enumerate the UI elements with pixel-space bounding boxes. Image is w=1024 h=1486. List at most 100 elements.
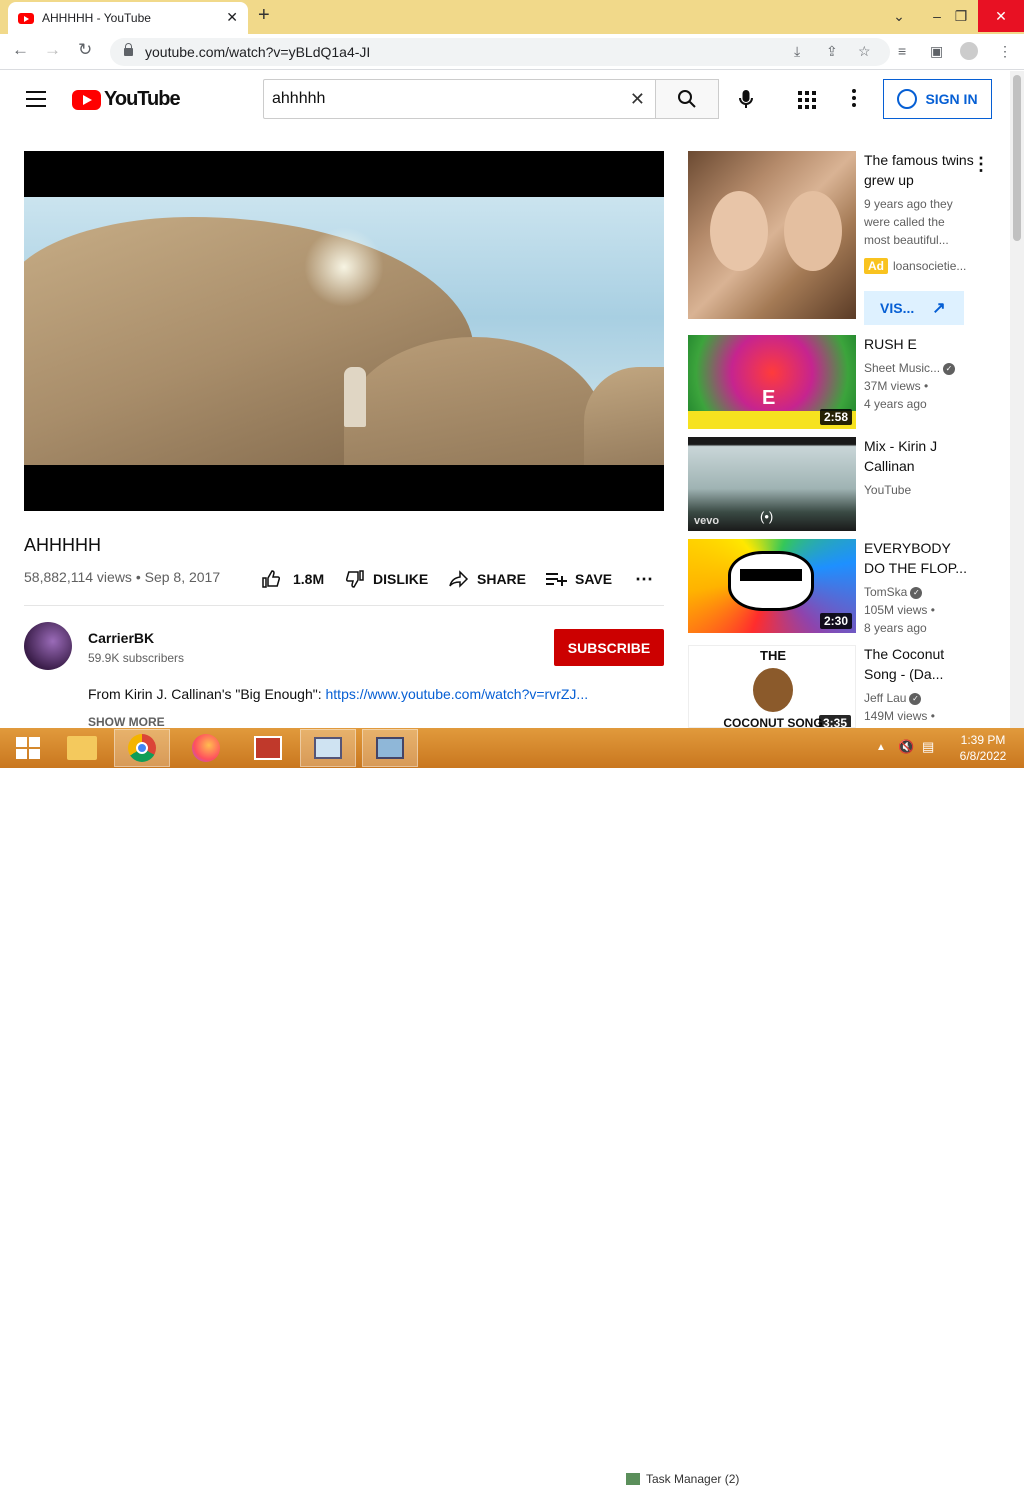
monitor-app-icon[interactable] — [300, 729, 356, 767]
save-button[interactable]: SAVE — [545, 568, 612, 590]
window-close-icon[interactable]: ✕ — [978, 0, 1024, 32]
news-app-icon[interactable] — [240, 729, 296, 767]
profile-icon[interactable] — [960, 42, 978, 60]
thumbnail-text: E — [762, 387, 776, 409]
chrome-taskbar-icon[interactable] — [114, 729, 170, 767]
channel-name[interactable]: CarrierBK — [88, 630, 154, 646]
window-app-icon[interactable] — [362, 729, 418, 767]
ad-advertiser: loansocietie... — [893, 259, 967, 273]
address-bar[interactable]: youtube.com/watch?v=yBLdQ1a4-JI — [110, 38, 890, 66]
task-manager-icon — [626, 1473, 640, 1485]
tab-title: AHHHHH - YouTube — [42, 11, 151, 25]
like-button[interactable]: 1.8M — [261, 568, 324, 590]
forward-icon[interactable]: → — [44, 40, 61, 60]
new-tab-icon[interactable]: + — [258, 4, 270, 27]
ad-menu-icon[interactable]: ⋮ — [972, 154, 990, 175]
file-explorer-icon[interactable] — [54, 729, 110, 767]
channel-avatar[interactable] — [24, 622, 72, 670]
ad-thumbnail[interactable] — [688, 151, 856, 319]
install-icon[interactable]: ⤓ — [794, 43, 800, 60]
youtube-play-icon — [72, 89, 101, 110]
channel-name[interactable]: Jeff Lau — [864, 691, 906, 705]
firefox-icon[interactable] — [178, 729, 234, 767]
settings-more-icon[interactable] — [852, 89, 856, 110]
side-panel-icon[interactable]: ▣ — [930, 43, 943, 60]
video-title-link[interactable]: RUSH E — [864, 334, 974, 354]
scrollbar-thumb[interactable] — [1013, 75, 1021, 241]
verified-icon: ✓ — [909, 692, 922, 705]
channel-row: Sheet Music... ✓ — [864, 359, 984, 377]
channel-row: TomSka ✓ — [864, 583, 984, 601]
guide-menu-icon[interactable] — [26, 91, 46, 107]
apps-grid-icon[interactable] — [798, 91, 816, 109]
share-label: SHARE — [477, 571, 527, 587]
dislike-label: DISLIKE — [373, 571, 429, 587]
description-text: From Kirin J. Callinan's "Big Enough": — [88, 686, 326, 702]
clock-date: 6/8/2022 — [959, 749, 1007, 763]
reload-icon[interactable]: ↻ — [78, 40, 92, 60]
network-icon[interactable]: ▤ — [922, 739, 934, 755]
browser-tab[interactable]: AHHHHH - YouTube ✕ — [8, 2, 248, 34]
more-actions-icon[interactable]: ⋯ — [635, 568, 653, 590]
channel-name[interactable]: YouTube — [864, 481, 984, 499]
save-label: SAVE — [575, 571, 613, 587]
search-input[interactable]: ahhhhh ✕ — [263, 79, 656, 119]
sign-in-button[interactable]: SIGN IN — [883, 79, 992, 119]
ad-title[interactable]: The famous twins grew up — [864, 150, 974, 190]
view-count: 149M views • — [864, 709, 935, 723]
browser-tab-bar: AHHHHH - YouTube ✕ + ⌄ – ❐ ✕ — [0, 0, 1024, 34]
description-link[interactable]: https://www.youtube.com/watch?v=rvrZJ... — [326, 686, 589, 702]
video-title: AHHHHH — [24, 535, 102, 555]
channel-name[interactable]: TomSka — [864, 585, 907, 599]
video-thumbnail[interactable]: E 2:58 — [688, 335, 856, 429]
volume-muted-icon[interactable]: 🔇 — [898, 739, 914, 755]
video-thumbnail[interactable]: THE COCONUT SONG 3:35 — [688, 645, 856, 728]
visit-label: VIS... — [880, 300, 915, 316]
dislike-button[interactable]: DISLIKE — [345, 568, 428, 590]
video-description: From Kirin J. Callinan's "Big Enough": h… — [88, 686, 588, 702]
thumbnail-text: THE — [760, 648, 786, 663]
tab-search-icon[interactable]: ⌄ — [882, 0, 916, 32]
bookmark-star-icon[interactable]: ☆ — [858, 43, 871, 60]
visit-site-button[interactable]: VIS... ↗ — [864, 291, 964, 325]
logo-text: YouTube — [104, 88, 181, 110]
youtube-logo[interactable]: YouTube — [72, 88, 181, 111]
media-control-icon[interactable]: ≡ — [898, 43, 906, 59]
search-button[interactable] — [655, 79, 719, 119]
page-scrollbar[interactable] — [1010, 71, 1024, 728]
video-meta: 58,882,114 views • Sep 8, 2017 — [24, 569, 221, 585]
restore-icon[interactable]: ❐ — [944, 0, 978, 32]
subscribe-button[interactable]: SUBSCRIBE — [554, 629, 664, 666]
tab-close-icon[interactable]: ✕ — [226, 9, 238, 26]
clear-search-icon[interactable]: ✕ — [630, 89, 645, 110]
task-manager-item[interactable]: Task Manager (2) — [626, 1472, 739, 1486]
vevo-watermark: vevo — [694, 515, 720, 527]
show-more-button[interactable]: SHOW MORE — [88, 715, 165, 729]
show-hidden-icons-icon[interactable]: ▲ — [876, 742, 886, 753]
figure-in-video — [344, 367, 366, 427]
video-thumbnail[interactable]: vevo (•) — [688, 437, 856, 531]
channel-name[interactable]: Sheet Music... — [864, 361, 940, 375]
back-icon[interactable]: ← — [12, 40, 29, 60]
chrome-menu-icon[interactable]: ⋮ — [998, 43, 1012, 60]
video-title-link[interactable]: The Coconut Song - (Da... — [864, 644, 974, 684]
video-title-link[interactable]: EVERYBODY DO THE FLOP... — [864, 538, 974, 578]
microphone-icon[interactable] — [734, 87, 758, 111]
upload-age: 4 years ago — [864, 397, 927, 411]
lock-icon — [124, 43, 133, 56]
view-count: 37M views • — [864, 379, 929, 393]
system-clock[interactable]: 1:39 PM 6/8/2022 — [948, 732, 1018, 764]
share-page-icon[interactable]: ⇪ — [826, 43, 838, 60]
video-thumbnail[interactable]: 2:30 — [688, 539, 856, 633]
like-count: 1.8M — [293, 571, 325, 587]
windows-logo-icon — [16, 737, 40, 759]
search-value: ahhhhh — [272, 90, 326, 107]
view-count: 105M views • — [864, 603, 935, 617]
duration-badge: 3:35 — [818, 715, 851, 727]
video-title-link[interactable]: Mix - Kirin J Callinan — [864, 436, 974, 476]
video-player[interactable] — [24, 151, 664, 511]
search-icon — [678, 90, 696, 108]
upload-age: 8 years ago — [864, 621, 927, 635]
start-button[interactable] — [0, 729, 56, 767]
share-button[interactable]: SHARE — [449, 568, 526, 590]
